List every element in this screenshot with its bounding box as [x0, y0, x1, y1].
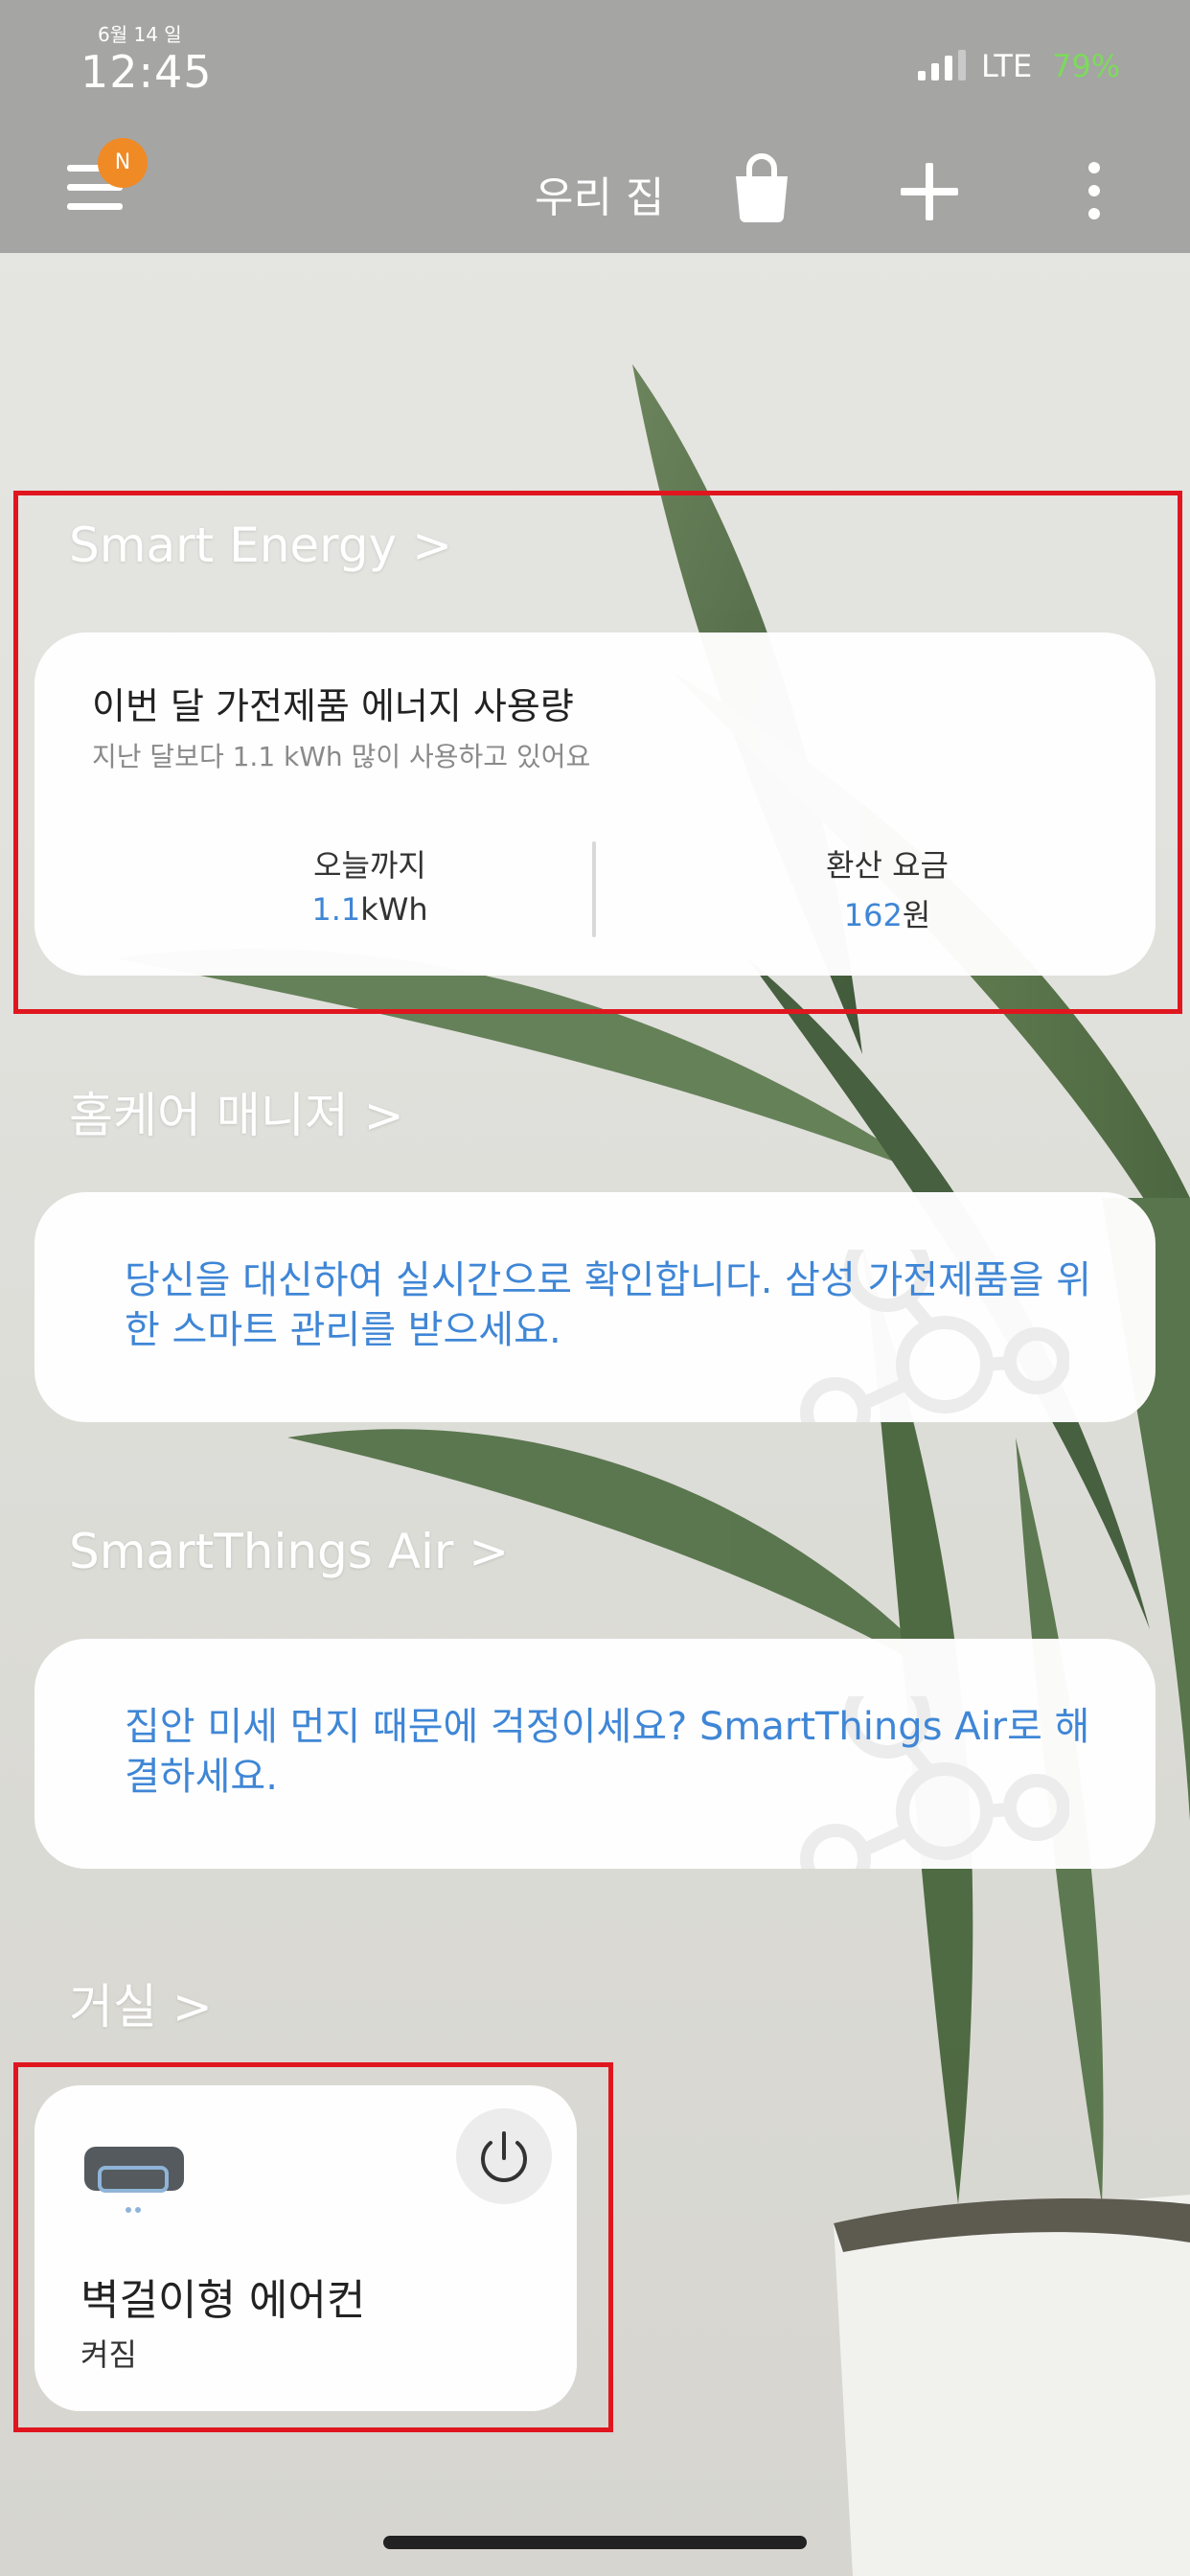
- app-header: 6월 14 일 12:45 LTE 79% N 우리 집: [0, 0, 1190, 253]
- home-care-text: 당신을 대신하여 실시간으로 확인합니다. 삼성 가전제품을 위한 스마트 관리…: [125, 1258, 1092, 1352]
- status-network: LTE: [981, 48, 1033, 84]
- home-indicator[interactable]: [383, 2536, 807, 2549]
- shopping-bag-icon[interactable]: [730, 153, 793, 222]
- smartthings-air-link[interactable]: SmartThings Air >: [69, 1524, 509, 1579]
- home-care-card[interactable]: 당신을 대신하여 실시간으로 확인합니다. 삼성 가전제품을 위한 스마트 관리…: [34, 1192, 1156, 1422]
- plus-icon[interactable]: [901, 163, 958, 220]
- status-time: 12:45: [80, 46, 213, 98]
- highlight-box-energy: [13, 491, 1182, 1014]
- more-vertical-icon[interactable]: [1083, 161, 1106, 220]
- home-care-link[interactable]: 홈케어 매니저 >: [69, 1077, 404, 1146]
- highlight-box-device: [13, 2062, 613, 2432]
- notification-badge: N: [98, 138, 148, 188]
- status-date: 6월 14 일: [98, 23, 182, 46]
- home-selector[interactable]: 우리 집: [535, 163, 664, 224]
- status-battery: 79%: [1052, 48, 1121, 84]
- air-text: 집안 미세 먼지 때문에 걱정이세요? SmartThings Air로 해결하…: [125, 1705, 1090, 1799]
- signal-icon: [918, 50, 966, 80]
- air-card[interactable]: 집안 미세 먼지 때문에 걱정이세요? SmartThings Air로 해결하…: [34, 1639, 1156, 1869]
- living-room-link[interactable]: 거실 >: [69, 1968, 213, 2037]
